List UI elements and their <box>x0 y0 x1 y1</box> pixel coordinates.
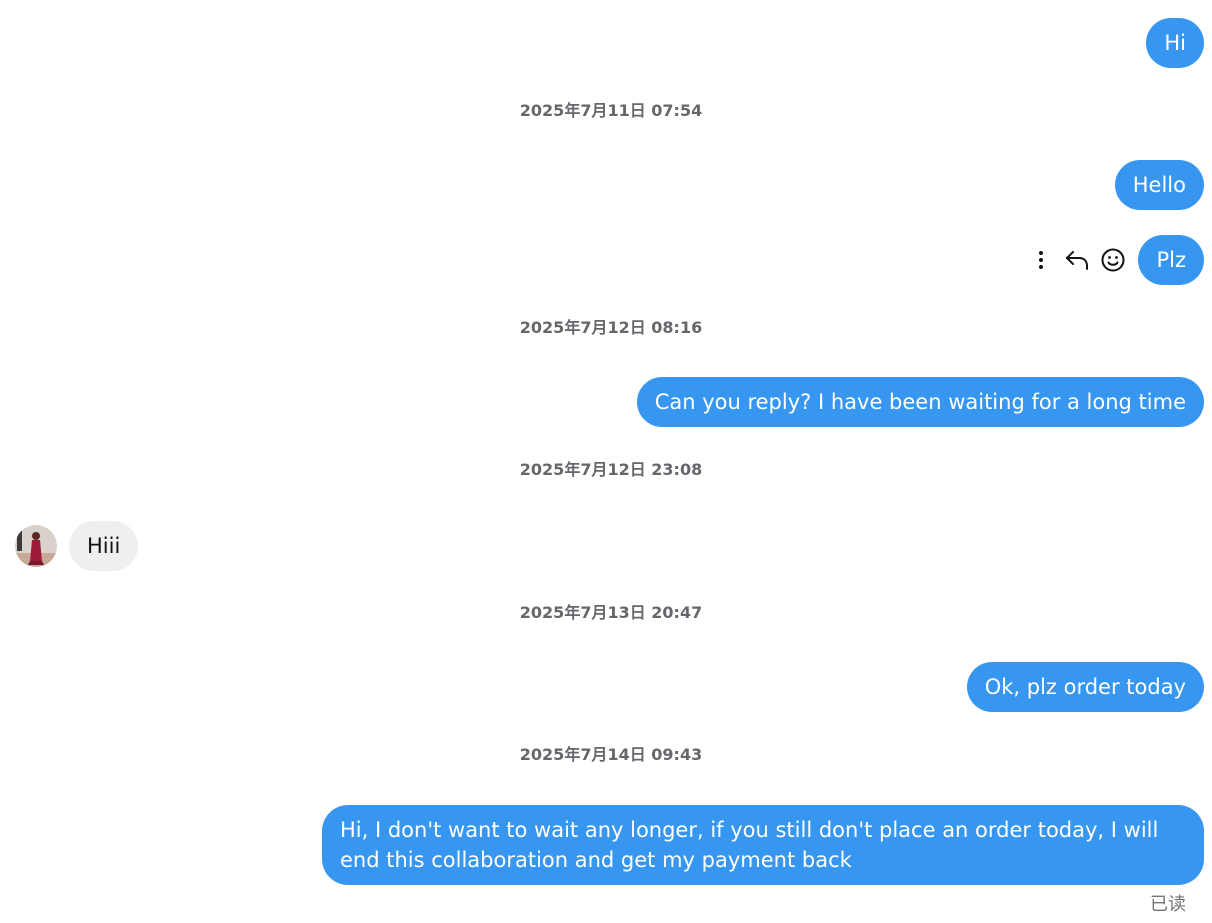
more-vertical-icon[interactable] <box>1028 247 1054 273</box>
message-bubble-outgoing[interactable]: Can you reply? I have been waiting for a… <box>636 377 1204 427</box>
avatar[interactable] <box>15 525 57 567</box>
message-actions <box>1018 247 1126 273</box>
message-bubble-outgoing[interactable]: Hello <box>1114 160 1204 210</box>
timestamp: 2025年7月11日 07:54 <box>519 101 703 120</box>
message-row-outgoing: Hello <box>0 160 1212 210</box>
message-bubble-outgoing[interactable]: Ok, plz order today <box>966 662 1204 712</box>
message-bubble-outgoing[interactable]: Hi <box>1146 18 1204 68</box>
reply-icon[interactable] <box>1064 247 1090 273</box>
timestamp: 2025年7月12日 08:16 <box>519 318 703 337</box>
message-row-incoming: Hiii <box>0 521 1212 571</box>
message-row-outgoing: Plz <box>0 235 1212 285</box>
message-row-outgoing: Can you reply? I have been waiting for a… <box>0 377 1212 427</box>
message-bubble-incoming[interactable]: Hiii <box>69 521 139 571</box>
emoji-react-icon[interactable] <box>1100 247 1126 273</box>
message-thread: Hi 2025年7月11日 07:54 Hello Plz 2025年7月12日… <box>0 0 1212 923</box>
message-row-outgoing: Hi <box>0 18 1212 68</box>
message-bubble-outgoing[interactable]: Plz <box>1138 235 1204 285</box>
timestamp: 2025年7月13日 20:47 <box>519 603 703 622</box>
seen-status: 已读 <box>1150 894 1186 915</box>
message-row-outgoing: Hi, I don't want to wait any longer, if … <box>0 805 1212 885</box>
timestamp: 2025年7月12日 23:08 <box>519 460 703 479</box>
message-bubble-outgoing[interactable]: Hi, I don't want to wait any longer, if … <box>322 805 1204 885</box>
timestamp: 2025年7月14日 09:43 <box>519 745 703 764</box>
message-row-outgoing: Ok, plz order today <box>0 662 1212 712</box>
